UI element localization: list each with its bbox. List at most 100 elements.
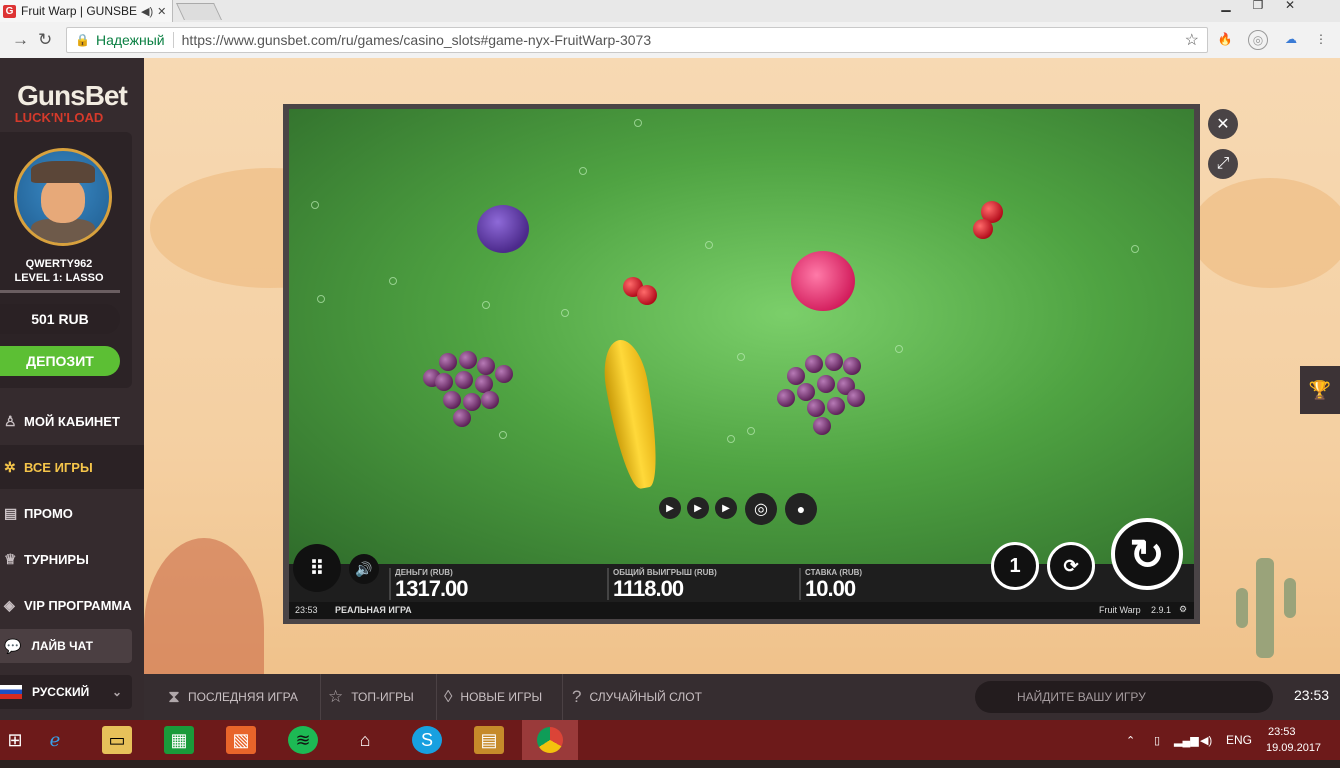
close-tab-icon[interactable]: ✕ — [157, 5, 166, 18]
bubble — [747, 427, 755, 435]
circle-extension-icon[interactable]: ◎ — [1248, 30, 1268, 50]
bubble — [389, 277, 397, 285]
banana-fruit — [598, 336, 666, 492]
play-speed-2-button[interactable]: ▶ — [687, 497, 709, 519]
minimize-window-button[interactable]: ▁ — [1212, 0, 1240, 12]
bet-level-button[interactable]: 1 — [991, 542, 1039, 590]
play-speed-3-button[interactable]: ▶ — [715, 497, 737, 519]
bubble — [705, 241, 713, 249]
top-games-button[interactable]: ☆ ТОП-ИГРЫ — [328, 674, 437, 720]
home-icon[interactable]: ⌂ — [350, 726, 380, 754]
battery-icon[interactable]: ▯ — [1154, 720, 1160, 760]
sidebar-item-vip[interactable]: ◈ VIP ПРОГРАММА — [0, 583, 144, 627]
maximize-window-button[interactable]: ❐ — [1244, 0, 1272, 12]
file-explorer-icon[interactable]: ▭ — [102, 726, 132, 754]
bottom-item-label: ПОСЛЕДНЯЯ ИГРА — [187, 690, 298, 704]
new-games-button[interactable]: ◊ НОВЫЕ ИГРЫ — [444, 674, 563, 720]
close-icon: ✕ — [1216, 116, 1230, 133]
bottom-item-label: СЛУЧАЙНЫЙ СЛОТ — [589, 690, 702, 704]
tournament-widget-button[interactable]: 🏆 — [1300, 366, 1340, 414]
input-language[interactable]: ENG — [1226, 720, 1252, 760]
spiral-feature-icon[interactable]: ◎ — [745, 493, 777, 525]
windows-start-icon[interactable]: ⊞ — [0, 726, 30, 754]
level-progress-bar — [0, 290, 120, 293]
notes-app-icon[interactable]: ▤ — [474, 726, 504, 754]
fullscreen-button[interactable]: ⤢ — [1208, 149, 1238, 179]
logo-tagline: LUCK'N'LOAD — [14, 110, 104, 125]
menu-grid-button[interactable]: ⠿ — [293, 544, 341, 592]
sidebar-item-promo[interactable]: ▤ ПРОМО — [0, 491, 144, 535]
reload-icon[interactable]: ↻ — [38, 30, 52, 50]
sidebar-item-account[interactable]: ♙ МОЙ КАБИНЕТ — [0, 399, 144, 443]
sidebar: GunsBet LUCK'N'LOAD QWERTY962 LEVEL 1: L… — [0, 58, 144, 720]
sidebar-item-all-games[interactable]: ✲ ВСЕ ИГРЫ — [0, 445, 144, 489]
speaker-icon: 🔊 — [355, 560, 373, 577]
apple-feature-icon[interactable]: ● — [785, 493, 817, 525]
new-tab-button[interactable] — [176, 3, 222, 20]
bottom-item-label: ТОП-ИГРЫ — [351, 690, 414, 704]
autoplay-button[interactable]: ⟳ — [1047, 542, 1095, 590]
store-icon[interactable]: ▦ — [164, 726, 194, 754]
skype-icon[interactable]: S — [412, 726, 442, 754]
gunsbet-favicon-icon: G — [3, 4, 16, 18]
sound-toggle-button[interactable]: 🔊 — [349, 554, 379, 584]
money-value: 1317.00 — [395, 576, 469, 601]
play-speed-1-button[interactable]: ▶ — [659, 497, 681, 519]
sidebar-item-tournaments[interactable]: ♕ ТУРНИРЫ — [0, 537, 144, 581]
language-label: РУССКИЙ — [32, 685, 90, 699]
spotify-icon[interactable]: ≋ — [288, 726, 318, 754]
game-status-bar: 23:53 РЕАЛЬНАЯ ИГРА Fruit Warp 2.9.1 ⚙ — [289, 602, 1194, 619]
bubble — [737, 353, 745, 361]
taskbar-date[interactable]: 19.09.2017 — [1266, 728, 1321, 768]
browser-tab[interactable]: G Fruit Warp | GUNSBET ◀) ✕ — [0, 0, 173, 22]
chevron-down-icon: ⌄ — [111, 685, 122, 699]
user-level: LEVEL 1: LASSO — [14, 272, 104, 284]
volume-icon[interactable]: ◀) — [1200, 720, 1212, 760]
avatar[interactable] — [14, 148, 112, 246]
photos-icon[interactable]: ▧ — [226, 726, 256, 754]
address-bar[interactable]: 🔒 Надежный https://www.gunsbet.com/ru/ga… — [66, 27, 1208, 53]
cactus — [1256, 558, 1274, 658]
game-search-input[interactable]: НАЙДИТЕ ВАШУ ИГРУ — [975, 681, 1273, 713]
promo-icon: ▤ — [4, 504, 18, 521]
bubble — [561, 309, 569, 317]
random-slot-button[interactable]: ? СЛУЧАЙНЫЙ СЛОТ — [572, 674, 722, 720]
sidebar-item-label: ПРОМО — [24, 505, 73, 521]
fire-extension-icon[interactable]: 🔥 — [1216, 30, 1234, 48]
logo-gunsbet[interactable]: GunsBet — [0, 80, 144, 112]
sidebar-item-label: МОЙ КАБИНЕТ — [24, 413, 120, 429]
signal-icon[interactable]: ▂▄▆ — [1174, 720, 1199, 760]
url-text[interactable]: https://www.gunsbet.com/ru/games/casino_… — [182, 32, 651, 48]
settings-gear-icon[interactable]: ⚙ — [1179, 604, 1187, 615]
cactus — [1284, 578, 1296, 618]
grapes-fruit — [777, 349, 877, 449]
hourglass-icon: ⧗ — [168, 687, 180, 706]
cactus — [1236, 588, 1248, 628]
game-frame: ▶ ▶ ▶ ◎ ● ДЕНЬГИ (RUB) 1317.00 ОБЩИЙ ВЫИ… — [283, 104, 1200, 624]
speaker-icon[interactable]: ◀) — [141, 5, 153, 18]
chrome-icon[interactable] — [522, 720, 578, 760]
menu-dots-icon[interactable]: ⋮ — [1312, 30, 1330, 48]
grid-icon: ⠿ — [309, 557, 325, 580]
background-cloud — [1190, 178, 1340, 288]
game-time: 23:53 — [295, 605, 318, 615]
tray-chevron-icon[interactable]: ⌃ — [1126, 720, 1135, 760]
off-extension-icon[interactable]: ☁ — [1282, 30, 1300, 48]
live-chat-button[interactable]: 💬 ЛАЙВ ЧАТ — [0, 629, 132, 663]
last-game-button[interactable]: ⧗ ПОСЛЕДНЯЯ ИГРА — [168, 674, 321, 720]
forward-arrow-icon[interactable]: → — [12, 30, 29, 50]
bet-level-value: 1 — [1009, 554, 1021, 577]
game-canvas[interactable]: ▶ ▶ ▶ ◎ ● — [289, 109, 1194, 564]
expand-icon: ⤢ — [1216, 155, 1230, 172]
spin-button[interactable]: ↻ — [1111, 518, 1183, 590]
site-clock: 23:53 — [1294, 687, 1330, 703]
tab-title: Fruit Warp | GUNSBET — [21, 4, 137, 18]
deposit-button[interactable]: ДЕПОЗИТ — [0, 346, 120, 376]
language-select[interactable]: РУССКИЙ ⌄ — [0, 675, 132, 709]
close-game-button[interactable]: ✕ — [1208, 109, 1238, 139]
sidebar-item-label: VIP ПРОГРАММА — [24, 597, 132, 613]
internet-explorer-icon[interactable]: ℯ — [40, 726, 70, 754]
search-placeholder: НАЙДИТЕ ВАШУ ИГРУ — [1017, 690, 1146, 704]
close-window-button[interactable]: ✕ — [1276, 0, 1304, 12]
bookmark-star-icon[interactable]: ☆ — [1185, 30, 1199, 50]
